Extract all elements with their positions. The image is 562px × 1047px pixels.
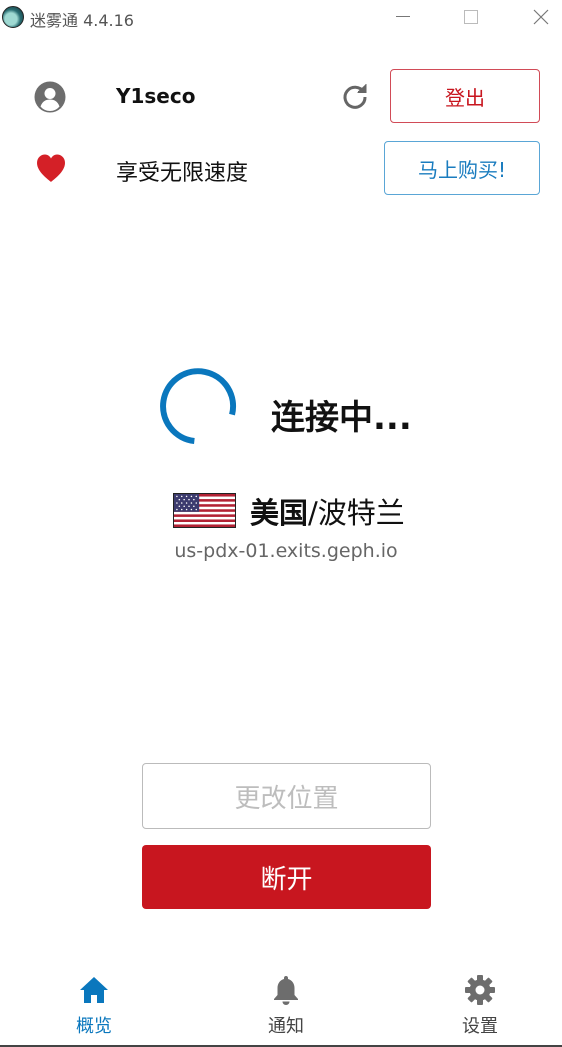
maximize-button[interactable] [448,0,494,34]
disconnect-button[interactable]: 断开 [142,845,431,909]
close-icon [533,9,549,25]
connecting-spinner-icon [160,368,237,445]
minimize-button[interactable] [380,0,426,34]
nav-tab-overview[interactable]: 概览 [54,974,134,1038]
exit-city: 波特兰 [317,496,405,530]
change-location-button[interactable]: 更改位置 [142,763,431,829]
exit-location: 美国/波特兰 [250,490,405,532]
window-title: 迷雾通 4.4.16 [30,11,134,30]
gear-icon [465,975,495,1005]
exit-country: 美国 [250,496,309,530]
connection-status: 连接中... [271,398,412,438]
nav-label-settings: 设置 [462,1016,498,1037]
nav-label-overview: 概览 [76,1016,112,1037]
app-logo-icon [2,6,24,28]
refresh-icon[interactable] [341,83,369,111]
username: Y1seco [116,84,196,108]
unlimited-speed-text: 享受无限速度 [116,161,249,186]
home-icon [80,977,108,1003]
heart-icon [37,154,65,182]
buy-now-button[interactable]: 马上购买! [384,141,540,195]
nav-tab-settings[interactable]: 设置 [440,974,520,1038]
account-circle-icon [34,81,66,113]
maximize-icon [464,10,478,24]
location-separator: / [308,496,318,530]
bell-icon [274,976,298,1005]
close-button[interactable] [518,0,562,34]
nav-label-notifications: 通知 [268,1016,304,1037]
exit-hostname: us-pdx-01.exits.geph.io [174,540,398,562]
minimize-icon [396,16,410,17]
title-bar: 迷雾通 4.4.16 [0,0,562,36]
logout-button[interactable]: 登出 [390,69,540,123]
us-flag-icon [173,493,236,528]
nav-tab-notifications[interactable]: 通知 [246,974,326,1038]
